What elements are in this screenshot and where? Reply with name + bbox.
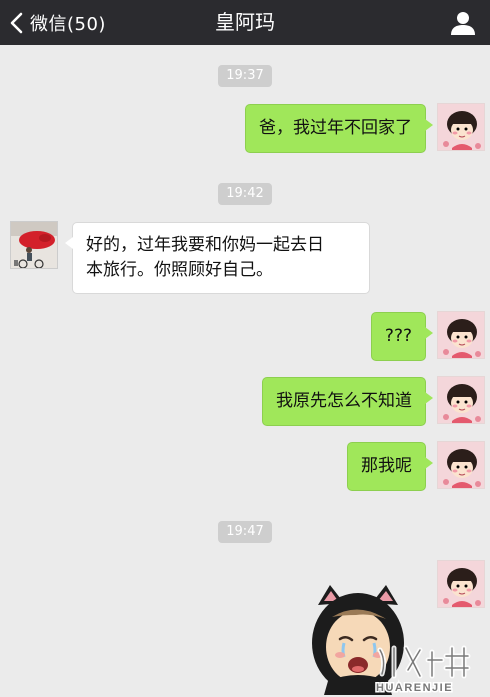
person-on-bike-avatar-icon bbox=[11, 222, 57, 268]
girl-avatar-icon bbox=[438, 561, 484, 607]
contact-avatar[interactable] bbox=[10, 221, 58, 269]
message-text: ??? bbox=[384, 326, 412, 346]
my-avatar[interactable] bbox=[437, 376, 485, 424]
sent-message-bubble[interactable]: 我原先怎么不知道 bbox=[262, 377, 433, 426]
huarenjie-watermark-logo: HUARENJIE HUARENJIE bbox=[375, 645, 471, 695]
my-avatar[interactable] bbox=[437, 103, 485, 151]
message-line: 本旅行。你照顾好自己。 bbox=[86, 260, 273, 280]
chevron-left-icon bbox=[10, 12, 23, 33]
svg-text:HUARENJIE: HUARENJIE bbox=[376, 682, 453, 694]
message-text: 我原先怎么不知道 bbox=[276, 391, 412, 411]
timestamp: 19:47 bbox=[0, 520, 490, 543]
person-icon[interactable] bbox=[448, 8, 478, 38]
back-label: 微信(50) bbox=[30, 13, 106, 35]
top-bar: 微信(50) 皇阿玛 bbox=[0, 0, 490, 45]
timestamp: 19:37 bbox=[0, 64, 490, 87]
timestamp-label: 19:47 bbox=[218, 521, 272, 543]
sent-message-bubble[interactable]: 那我呢 bbox=[347, 442, 433, 491]
message-text: 爸，我过年不回家了 bbox=[259, 118, 412, 138]
my-avatar[interactable] bbox=[437, 441, 485, 489]
back-button[interactable]: 微信(50) bbox=[8, 0, 106, 45]
sent-message-bubble[interactable]: 爸，我过年不回家了 bbox=[245, 104, 433, 153]
message-line: 好的，过年我要和你妈一起去日 bbox=[86, 235, 324, 255]
timestamp-label: 19:42 bbox=[218, 183, 272, 205]
my-avatar[interactable] bbox=[437, 560, 485, 608]
message-text: 那我呢 bbox=[361, 456, 412, 476]
girl-avatar-icon bbox=[438, 312, 484, 358]
sent-message-bubble[interactable]: ??? bbox=[370, 312, 434, 361]
my-avatar[interactable] bbox=[437, 311, 485, 359]
timestamp: 19:42 bbox=[0, 182, 490, 205]
received-message-bubble[interactable]: 好的，过年我要和你妈一起去日 本旅行。你照顾好自己。 bbox=[65, 222, 370, 294]
timestamp-label: 19:37 bbox=[218, 65, 272, 87]
girl-avatar-icon bbox=[438, 104, 484, 150]
girl-avatar-icon bbox=[438, 377, 484, 423]
girl-avatar-icon bbox=[438, 442, 484, 488]
